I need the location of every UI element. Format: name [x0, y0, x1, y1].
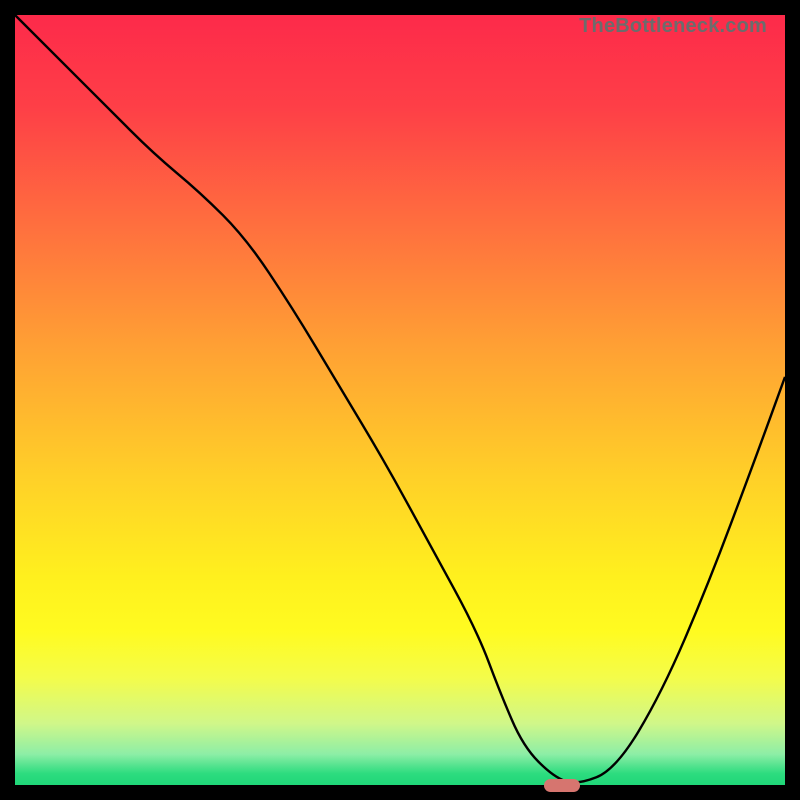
bottleneck-curve-path — [15, 15, 785, 782]
optimal-point-marker — [544, 779, 580, 792]
chart-curve-svg — [15, 15, 785, 785]
chart-outer-frame: TheBottleneck.com — [0, 0, 800, 800]
chart-plot-area: TheBottleneck.com — [15, 15, 785, 785]
